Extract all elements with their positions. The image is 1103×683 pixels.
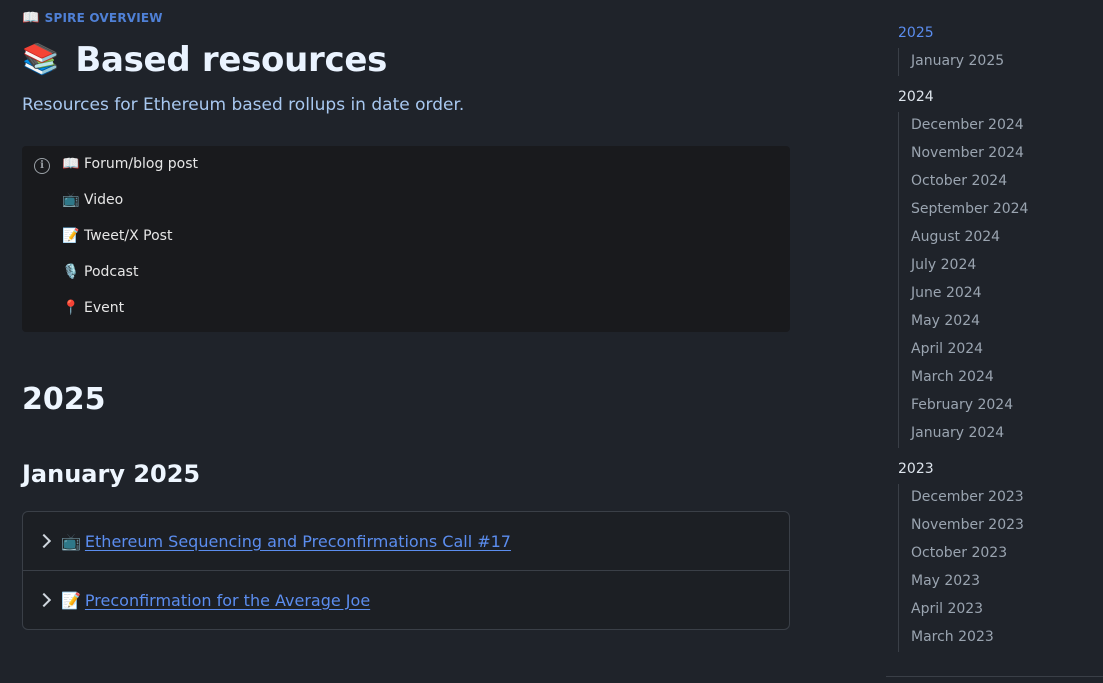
- toc-link[interactable]: February 2024: [911, 397, 1013, 413]
- pin-icon: 📍: [62, 300, 80, 316]
- page: 📖 SPIRE OVERVIEW 📚 Based resources Resou…: [0, 0, 1103, 683]
- legend-item-event: 📍 Event: [62, 300, 124, 316]
- breadcrumb[interactable]: 📖 SPIRE OVERVIEW: [22, 10, 163, 26]
- legend-callout: i 📖 Forum/blog post 📺 Video 📝 Tweet/X Po…: [22, 146, 790, 332]
- info-icon: i: [34, 158, 50, 174]
- toc-link[interactable]: March 2024: [911, 369, 994, 385]
- legend-item-video: 📺 Video: [62, 192, 123, 208]
- toc-link[interactable]: September 2024: [911, 201, 1028, 217]
- resource-toggle[interactable]: 📺 Ethereum Sequencing and Preconfirmatio…: [23, 512, 789, 571]
- toc-link[interactable]: November 2024: [911, 145, 1024, 161]
- toc-link[interactable]: April 2023: [911, 601, 983, 617]
- page-subtitle: Resources for Ethereum based rollups in …: [22, 95, 465, 115]
- book-icon: 📖: [62, 156, 80, 172]
- legend-item-tweet: 📝 Tweet/X Post: [62, 228, 172, 244]
- toc-link[interactable]: April 2024: [911, 341, 983, 357]
- toc-group-2025: January 2025: [898, 48, 1099, 76]
- memo-icon: 📝: [62, 228, 80, 244]
- toc-link[interactable]: June 2024: [911, 285, 982, 301]
- resource-link[interactable]: Preconfirmation for the Average Joe: [85, 591, 370, 610]
- toc-link[interactable]: May 2024: [911, 313, 980, 329]
- legend-item-podcast: 🎙️ Podcast: [62, 264, 138, 280]
- year-heading: 2025: [22, 382, 106, 417]
- toc-group-2023: December 2023 November 2023 October 2023…: [898, 484, 1099, 652]
- memo-icon: 📝: [61, 590, 81, 610]
- legend-label: Podcast: [84, 264, 139, 280]
- tv-icon: 📺: [61, 531, 81, 551]
- resource-link[interactable]: Ethereum Sequencing and Preconfirmations…: [85, 532, 511, 551]
- toc-link[interactable]: March 2023: [911, 629, 994, 645]
- toc-link[interactable]: May 2023: [911, 573, 980, 589]
- books-icon: 📚: [22, 42, 60, 77]
- toc-link[interactable]: January 2024: [911, 425, 1004, 441]
- divider: [886, 676, 1103, 677]
- toc-link[interactable]: November 2023: [911, 517, 1024, 533]
- month-heading: January 2025: [22, 460, 201, 488]
- legend-label: Video: [84, 192, 124, 208]
- toc-link[interactable]: December 2024: [911, 117, 1024, 133]
- toc-year-2023[interactable]: 2023: [898, 461, 934, 477]
- chevron-right-icon[interactable]: [36, 592, 52, 608]
- chevron-right-icon[interactable]: [36, 533, 52, 549]
- breadcrumb-label[interactable]: SPIRE OVERVIEW: [45, 11, 163, 25]
- tv-icon: 📺: [62, 192, 80, 208]
- legend-item-forum: 📖 Forum/blog post: [62, 156, 198, 172]
- resource-toggle[interactable]: 📝 Preconfirmation for the Average Joe: [23, 571, 789, 629]
- toc-link[interactable]: December 2023: [911, 489, 1024, 505]
- toc-link[interactable]: July 2024: [911, 257, 976, 273]
- toc-link[interactable]: August 2024: [911, 229, 1000, 245]
- toc-link[interactable]: January 2025: [911, 53, 1004, 69]
- toc-group-2024: December 2024 November 2024 October 2024…: [898, 112, 1099, 448]
- toc-year-2024[interactable]: 2024: [898, 89, 934, 105]
- toc-year-2025[interactable]: 2025: [898, 25, 934, 41]
- toc-link[interactable]: October 2024: [911, 173, 1007, 189]
- resource-list: 📺 Ethereum Sequencing and Preconfirmatio…: [22, 511, 790, 630]
- page-title: Based resources: [75, 40, 388, 80]
- title-row: 📚 Based resources: [22, 38, 387, 82]
- legend-label: Event: [84, 300, 125, 316]
- microphone-icon: 🎙️: [62, 264, 80, 280]
- legend-label: Tweet/X Post: [84, 228, 173, 244]
- toc-link[interactable]: October 2023: [911, 545, 1007, 561]
- book-icon: 📖: [22, 10, 40, 26]
- legend-label: Forum/blog post: [84, 156, 199, 172]
